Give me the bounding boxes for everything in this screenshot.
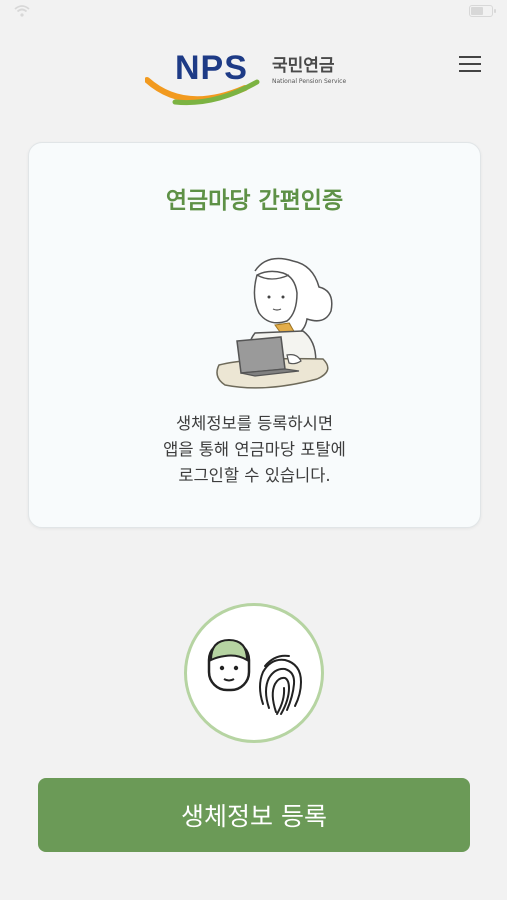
register-biometric-button[interactable]: 생체정보 등록 bbox=[38, 778, 470, 852]
face-icon bbox=[207, 638, 251, 692]
logo-wordmark: NPS bbox=[175, 49, 248, 87]
wifi-icon bbox=[14, 5, 30, 17]
biometric-icons bbox=[207, 638, 303, 715]
hamburger-menu-icon[interactable] bbox=[456, 52, 484, 76]
card-title: 연금마당 간편인증 bbox=[165, 188, 344, 214]
status-left bbox=[8, 5, 30, 17]
status-bar bbox=[0, 0, 507, 26]
description-line-1: 생체정보를 등록하시면 bbox=[175, 414, 334, 433]
description-line-3: 로그인할 수 있습니다. bbox=[178, 466, 331, 485]
battery-icon bbox=[469, 5, 496, 17]
nps-logo[interactable]: NPS 국민연금 National Pension Service bbox=[145, 48, 360, 106]
person-with-laptop-illustration bbox=[216, 257, 333, 389]
fingerprint-icon bbox=[259, 654, 303, 715]
logo-korean-text: 국민연금 bbox=[272, 56, 335, 76]
app-header: NPS 국민연금 National Pension Service bbox=[0, 40, 507, 110]
status-right bbox=[469, 5, 496, 17]
auth-info-card: 연금마당 간편인증 생체정보를 등록하시면 앱을 통해 연금마당 포탈에 로그인… bbox=[28, 142, 481, 528]
logo-english-text: National Pension Service bbox=[272, 78, 347, 85]
description-line-2: 앱을 통해 연금마당 포탈에 bbox=[163, 440, 346, 459]
card-description: 생체정보를 등록하시면 앱을 통해 연금마당 포탈에 로그인할 수 있습니다. bbox=[29, 411, 480, 489]
biometric-icon-circle bbox=[184, 603, 324, 743]
